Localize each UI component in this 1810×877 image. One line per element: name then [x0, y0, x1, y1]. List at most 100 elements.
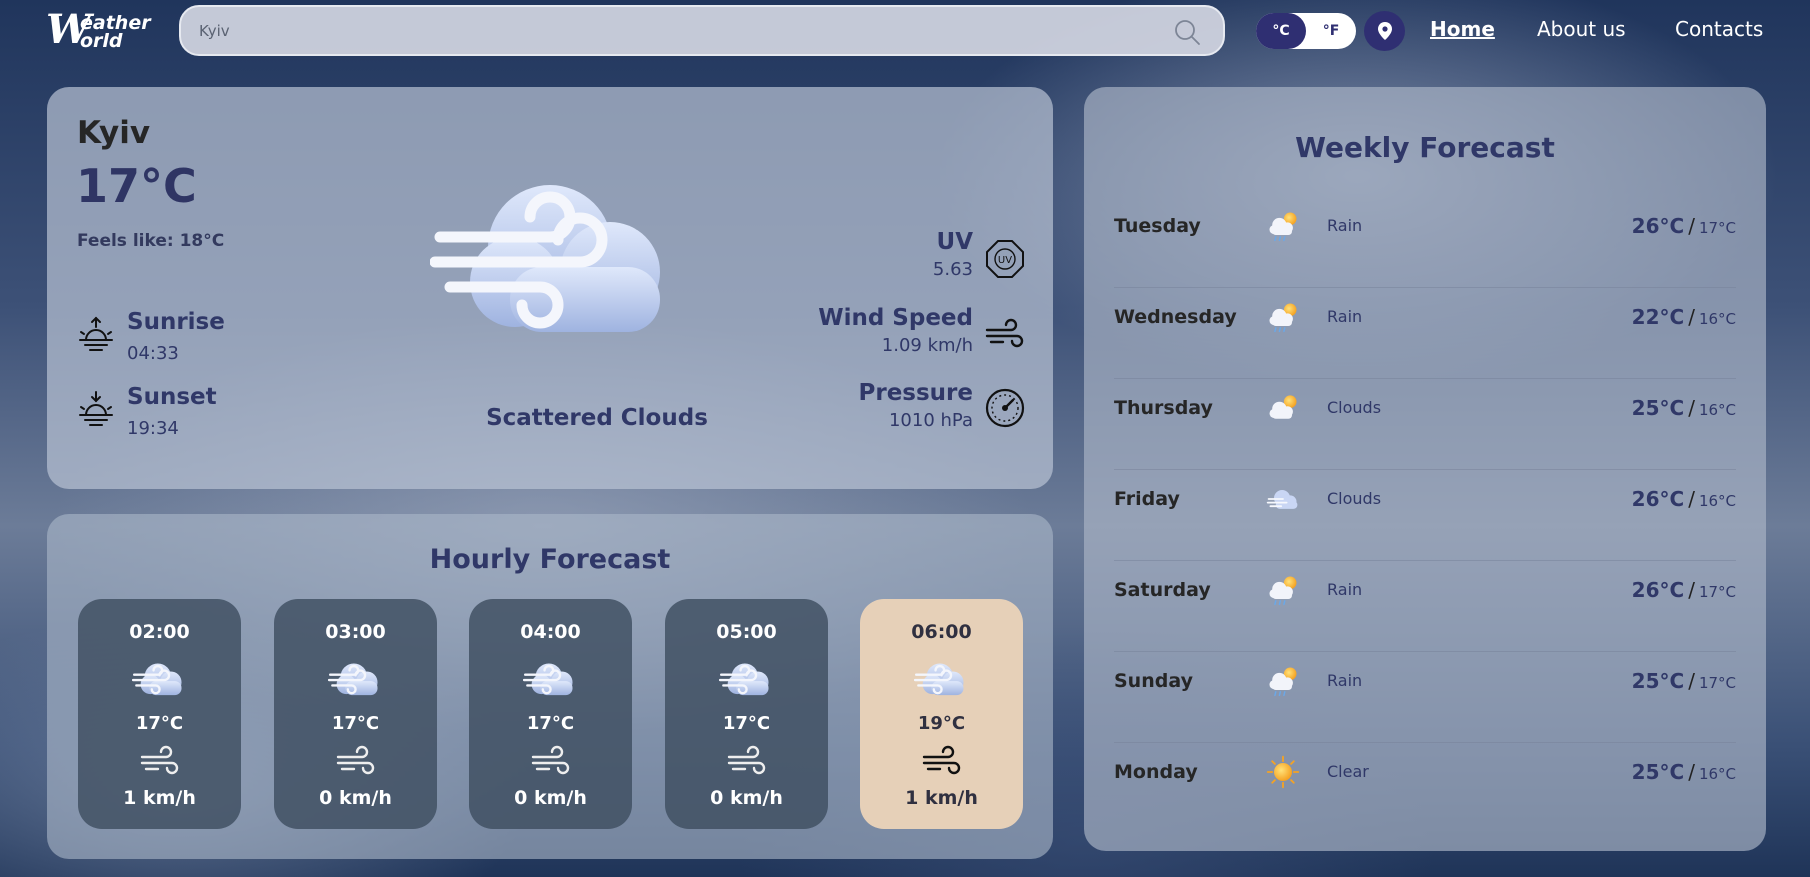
hour-time: 02:00 [129, 621, 190, 643]
cloud-sun-icon [1264, 390, 1302, 426]
svg-text:UV: UV [998, 255, 1012, 266]
hour-time: 03:00 [325, 621, 386, 643]
day-low: 16°C [1698, 310, 1736, 328]
day-temp-range: 26°C/17°C [1632, 561, 1736, 621]
day-condition: Rain [1327, 671, 1363, 690]
hour-temperature: 17°C [331, 713, 380, 734]
wind-icon [531, 745, 571, 779]
hour-wind-speed: 0 km/h [319, 787, 392, 809]
day-name: Thursday [1114, 397, 1213, 419]
day-condition: Clouds [1327, 398, 1382, 417]
wind-speed-label: Wind Speed [818, 305, 973, 331]
windy-cloud-icon [1264, 481, 1302, 517]
day-temp-range: 26°C/17°C [1632, 197, 1736, 257]
hour-wind-speed: 1 km/h [905, 787, 978, 809]
temp-separator: / [1688, 760, 1695, 784]
uv-icon: UV [986, 240, 1024, 278]
temp-separator: / [1688, 669, 1695, 693]
windy-cloud-icon [132, 655, 188, 703]
day-row[interactable]: Tuesday Rain 26°C/17°C [1114, 197, 1736, 288]
windy-cloud-icon [914, 655, 970, 703]
search-icon[interactable] [1173, 18, 1201, 46]
celsius-option[interactable]: °C [1256, 13, 1306, 49]
day-name: Friday [1114, 488, 1180, 510]
temp-separator: / [1688, 305, 1695, 329]
sunset-time: 19:34 [127, 418, 179, 439]
windy-cloud-icon [430, 157, 690, 357]
location-button[interactable] [1364, 11, 1405, 51]
day-low: 17°C [1698, 219, 1736, 237]
temp-separator: / [1688, 578, 1695, 602]
windy-cloud-icon [328, 655, 384, 703]
day-condition: Clouds [1327, 489, 1382, 508]
hour-card[interactable]: 02:00 17°C 1 km/h [78, 599, 241, 829]
wind-speed-value: 1.09 km/h [881, 335, 973, 356]
weekly-forecast-card: Weekly Forecast Tuesday Rain 26°C/17°C W… [1084, 87, 1766, 851]
hour-card[interactable]: 03:00 17°C 0 km/h [274, 599, 437, 829]
wind-speed-stat: Wind Speed 1.09 km/h [818, 305, 973, 356]
day-high: 25°C [1631, 396, 1685, 420]
weather-condition: Scattered Clouds [486, 405, 708, 431]
day-row[interactable]: Friday Clouds 26°C/16°C [1114, 470, 1736, 561]
temp-separator: / [1688, 214, 1695, 238]
hourly-forecast-title: Hourly Forecast [429, 544, 671, 575]
day-temp-range: 25°C/17°C [1632, 652, 1736, 712]
windy-cloud-icon [523, 655, 579, 703]
wind-icon [336, 745, 376, 779]
day-name: Tuesday [1114, 215, 1201, 237]
day-name: Saturday [1114, 579, 1211, 601]
day-low: 16°C [1698, 765, 1736, 783]
rain-sun-icon [1264, 572, 1302, 608]
logo-word-bottom: orld [80, 30, 123, 52]
day-low: 16°C [1698, 492, 1736, 510]
unit-toggle[interactable]: °C °F [1256, 13, 1356, 49]
day-row[interactable]: Monday Clear 25°C/16°C [1114, 743, 1736, 834]
rain-sun-icon [1264, 208, 1302, 244]
wind-icon [727, 745, 767, 779]
day-row[interactable]: Sunday Rain 25°C/17°C [1114, 652, 1736, 743]
sunrise-time: 04:33 [127, 343, 179, 364]
sunset-label: Sunset [127, 384, 217, 410]
search-bar [179, 5, 1225, 56]
pressure-label: Pressure [858, 380, 974, 406]
day-high: 26°C [1631, 214, 1685, 238]
hour-time: 05:00 [716, 621, 777, 643]
day-temp-range: 25°C/16°C [1632, 379, 1736, 439]
hour-card[interactable]: 05:00 17°C 0 km/h [665, 599, 828, 829]
sun-icon [1264, 754, 1302, 790]
nav-contacts-link[interactable]: Contacts [1675, 17, 1763, 41]
sunrise-row: Sunrise 04:33 [77, 309, 337, 369]
pressure-value: 1010 hPa [888, 410, 973, 431]
windy-cloud-icon [719, 655, 775, 703]
sunset-icon [79, 391, 113, 426]
day-row[interactable]: Saturday Rain 26°C/17°C [1114, 561, 1736, 652]
day-condition: Rain [1327, 580, 1363, 599]
hour-time: 06:00 [911, 621, 972, 643]
day-low: 17°C [1698, 674, 1736, 692]
uv-stat: UV 5.63 [933, 229, 973, 280]
hour-temperature: 17°C [722, 713, 771, 734]
rain-sun-icon [1264, 299, 1302, 335]
hour-time: 04:00 [520, 621, 581, 643]
day-row[interactable]: Wednesday Rain 22°C/16°C [1114, 288, 1736, 379]
hour-card[interactable]: 04:00 17°C 0 km/h [469, 599, 632, 829]
sunset-row: Sunset 19:34 [77, 384, 337, 444]
logo[interactable]: W eather orld [46, 10, 166, 52]
day-condition: Rain [1327, 307, 1363, 326]
hour-temperature: 17°C [526, 713, 575, 734]
uv-label: UV [936, 229, 973, 255]
fahrenheit-option[interactable]: °F [1306, 13, 1356, 49]
hour-card-active[interactable]: 06:00 19°C 1 km/h [860, 599, 1023, 829]
nav-home-link[interactable]: Home [1430, 17, 1495, 41]
sunrise-label: Sunrise [127, 309, 225, 335]
feels-like: Feels like: 18°C [77, 231, 225, 251]
day-low: 16°C [1698, 401, 1736, 419]
hour-temperature: 19°C [917, 713, 966, 734]
uv-value: 5.63 [932, 259, 973, 280]
wind-icon [985, 315, 1025, 355]
day-condition: Clear [1327, 762, 1369, 781]
day-row[interactable]: Thursday Clouds 25°C/16°C [1114, 379, 1736, 470]
pressure-stat: Pressure 1010 hPa [859, 380, 974, 431]
search-input[interactable] [199, 19, 1139, 43]
nav-about-link[interactable]: About us [1537, 17, 1626, 41]
